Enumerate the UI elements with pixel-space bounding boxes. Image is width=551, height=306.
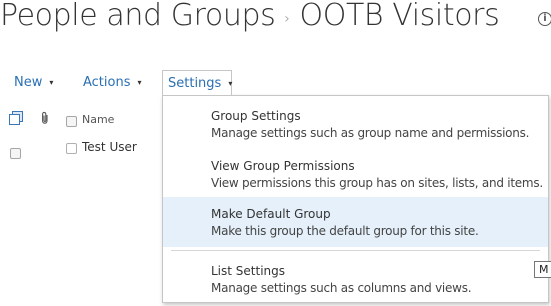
toolbar: New ▾ Actions ▾ Settings ▾ bbox=[0, 70, 551, 98]
menu-item-title: Make Default Group bbox=[211, 207, 331, 221]
page-title: People and Groups › OOTB Visitors bbox=[0, 0, 500, 40]
chevron-down-icon: ▾ bbox=[137, 78, 142, 87]
menu-item-make-default-group[interactable]: Make Default Group Make this group the d… bbox=[163, 197, 548, 247]
settings-menu-button[interactable]: Settings ▾ bbox=[162, 70, 232, 95]
name-header-checkbox[interactable] bbox=[66, 116, 77, 127]
actions-menu-button[interactable]: Actions ▾ bbox=[83, 70, 142, 96]
attachment-icon bbox=[42, 111, 48, 124]
menu-item-view-group-permissions[interactable]: View Group Permissions View permissions … bbox=[163, 149, 548, 199]
menu-item-description: Make this group the default group for th… bbox=[211, 224, 479, 238]
row-item-checkbox[interactable] bbox=[66, 143, 77, 154]
info-icon[interactable]: i bbox=[538, 12, 551, 26]
menu-item-description: View permissions this group has on sites… bbox=[211, 176, 543, 190]
breadcrumb-site[interactable]: People and Groups bbox=[0, 0, 276, 33]
chevron-down-icon: ▾ bbox=[49, 78, 54, 87]
menu-item-title: View Group Permissions bbox=[211, 159, 355, 173]
name-column-header[interactable]: Name bbox=[82, 113, 114, 126]
menu-item-title: List Settings bbox=[211, 264, 286, 278]
breadcrumb-group: OOTB Visitors bbox=[299, 0, 500, 33]
breadcrumb-separator-icon: › bbox=[284, 11, 290, 27]
menu-divider bbox=[171, 250, 540, 251]
menu-item-list-settings[interactable]: List Settings Manage settings such as co… bbox=[163, 254, 548, 304]
menu-item-description: Manage settings such as columns and view… bbox=[211, 281, 472, 295]
select-all-icon[interactable] bbox=[9, 111, 23, 125]
menu-item-group-settings[interactable]: Group Settings Manage settings such as g… bbox=[163, 99, 548, 149]
chevron-down-icon: ▾ bbox=[228, 79, 233, 88]
menu-item-description: Manage settings such as group name and p… bbox=[211, 126, 530, 140]
new-menu-button[interactable]: New ▾ bbox=[14, 70, 53, 96]
menu-item-title: Group Settings bbox=[211, 109, 301, 123]
settings-dropdown-menu: Group Settings Manage settings such as g… bbox=[162, 95, 549, 303]
tooltip: M bbox=[534, 261, 551, 278]
settings-label: Settings bbox=[168, 76, 222, 91]
actions-label: Actions bbox=[83, 75, 131, 90]
row-select-checkbox[interactable] bbox=[10, 148, 21, 159]
table-row-name[interactable]: Test User bbox=[82, 140, 137, 154]
new-label: New bbox=[14, 75, 43, 90]
